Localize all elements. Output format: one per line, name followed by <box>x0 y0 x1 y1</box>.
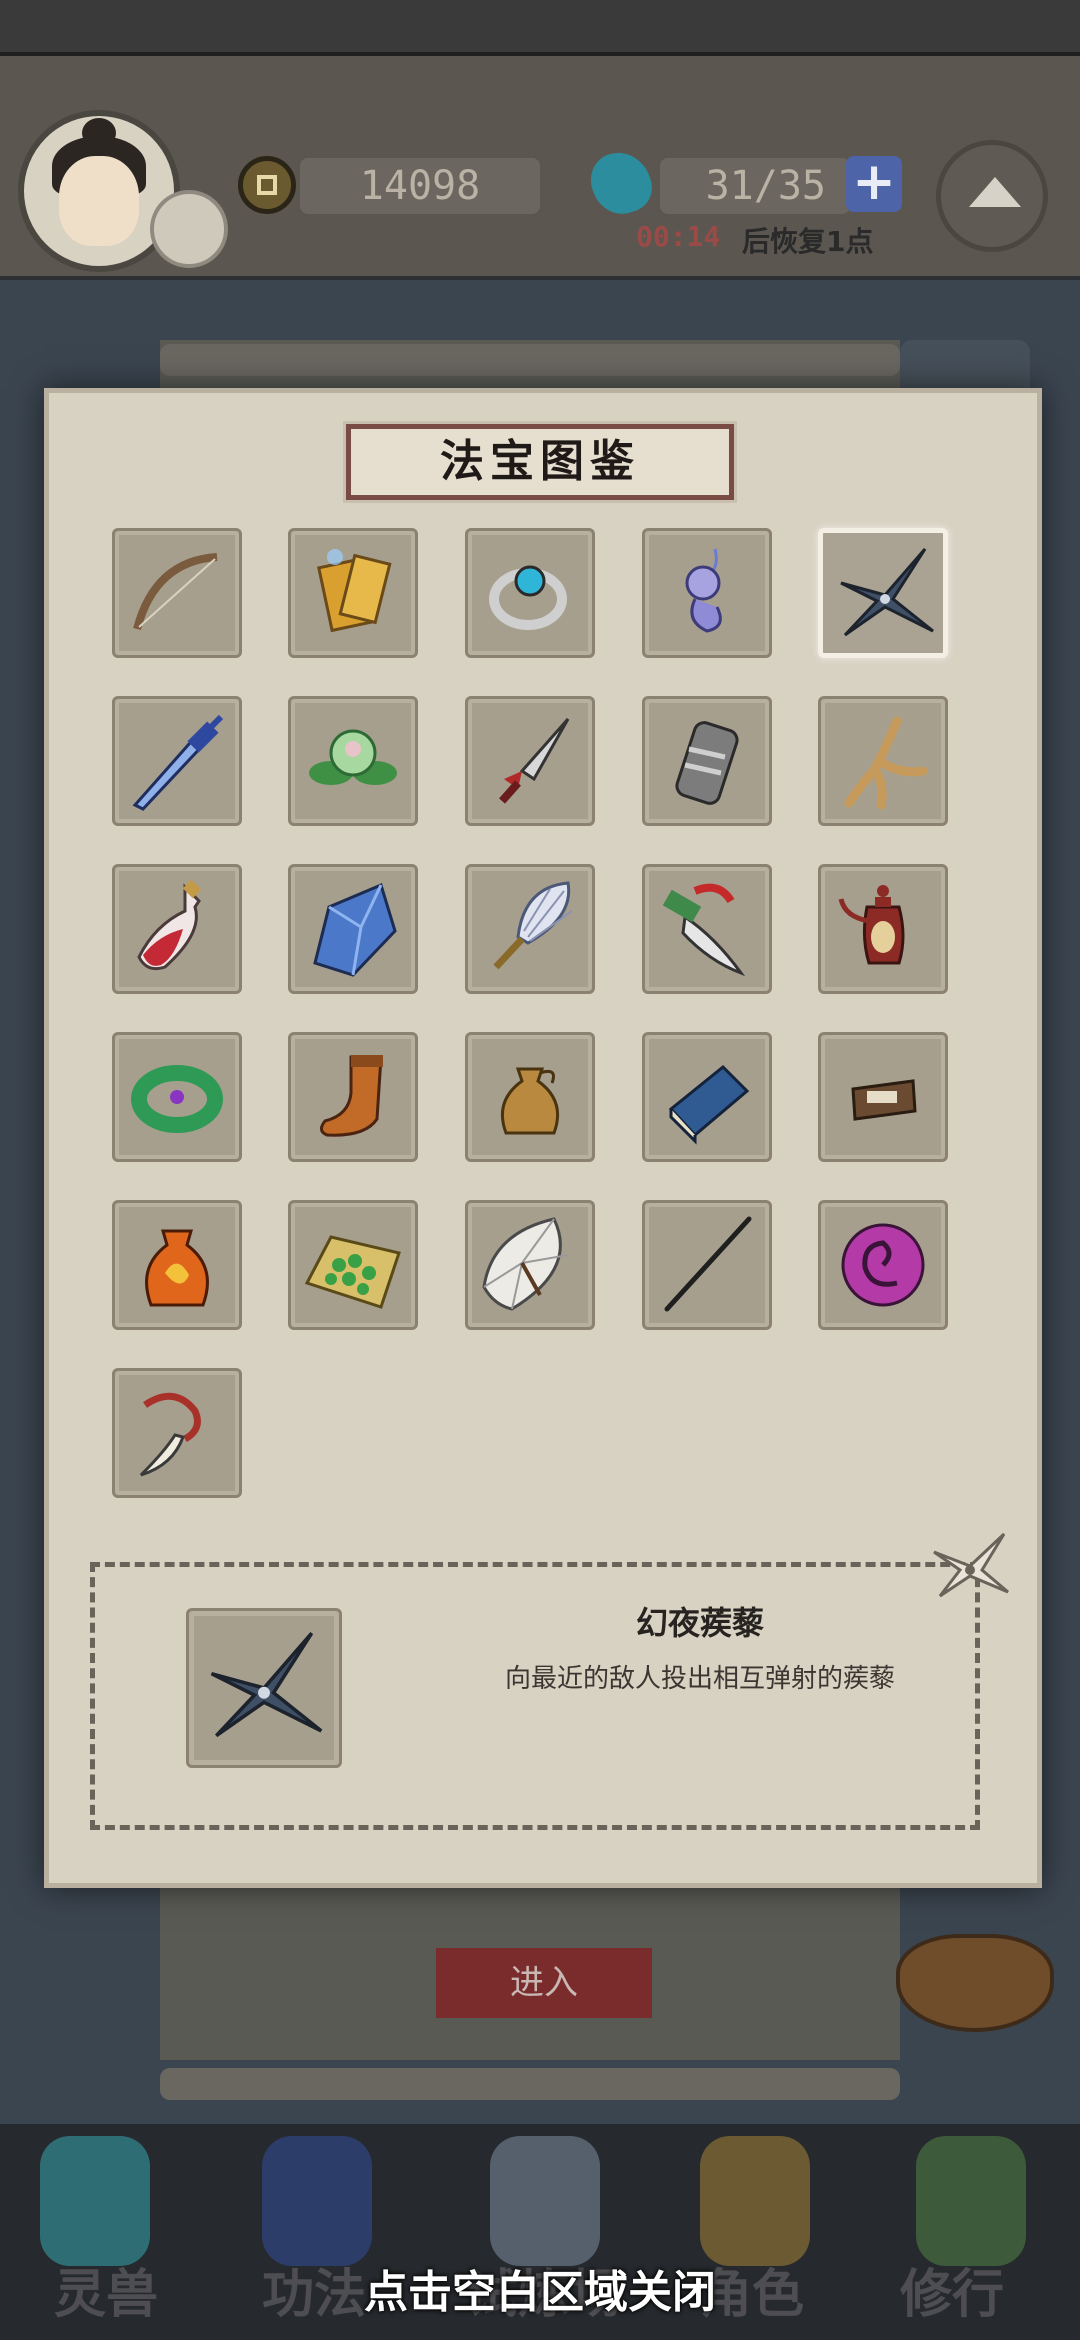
umbrella-icon <box>482 1217 569 1311</box>
item-slot-feather-fan[interactable] <box>465 864 595 994</box>
ring-icon <box>489 565 567 630</box>
fire-bag-icon <box>145 1229 209 1307</box>
item-slot-ginseng[interactable] <box>818 696 948 826</box>
pouch-icon <box>501 1067 559 1135</box>
talisman-icon <box>317 549 392 633</box>
coin-value: 14098 <box>359 163 481 209</box>
coin-icon <box>238 156 296 214</box>
item-slot-charm[interactable] <box>642 528 772 658</box>
character-hat-icon[interactable] <box>700 2136 810 2266</box>
shuriken-icon <box>840 548 934 637</box>
item-slot-herb-mat[interactable] <box>288 1200 418 1330</box>
item-slot-fang-necklace[interactable] <box>112 1368 242 1498</box>
jade-bracelet-icon <box>131 1065 223 1133</box>
item-slot-curved-blade[interactable] <box>642 864 772 994</box>
item-slot-needle[interactable] <box>642 1200 772 1330</box>
stamina-value: 31/35 <box>705 163 826 209</box>
item-slot-vortex-orb[interactable] <box>818 1200 948 1330</box>
recover-timer: 00:14 <box>636 220 721 253</box>
item-slot-box[interactable] <box>818 1032 948 1162</box>
item-slot-book[interactable] <box>642 1032 772 1162</box>
avatar-badge-icon <box>150 190 228 268</box>
item-slot-ring[interactable] <box>465 528 595 658</box>
close-hint[interactable]: 点击空白区域关闭 <box>0 2256 1080 2320</box>
lotus-icon <box>309 729 397 785</box>
item-slot-boot[interactable] <box>288 1032 418 1162</box>
enter-button[interactable]: 进入 <box>436 1948 652 2018</box>
item-slot-shuriken[interactable] <box>818 528 948 658</box>
recover-text: 后恢复1点 <box>742 225 874 258</box>
crystal-icon <box>313 882 397 977</box>
potion-icon <box>137 879 202 971</box>
selected-item-name: 幻夜蒺藜 <box>635 1604 764 1642</box>
feather-fan-icon <box>493 881 573 970</box>
dagger-icon <box>499 718 570 804</box>
book-icon <box>668 1064 750 1145</box>
bracer-icon <box>675 721 739 805</box>
chevron-up-icon <box>969 177 1021 207</box>
item-slot-bow[interactable] <box>112 528 242 658</box>
vortex-orb-icon <box>841 1223 925 1307</box>
ginseng-icon <box>844 716 928 810</box>
selected-item-description: 向最近的敌人投出相互弹射的蒺藜 <box>504 1664 895 1694</box>
avatar-face <box>59 156 139 246</box>
shuriken-corner-icon <box>933 1532 1009 1598</box>
sword-icon <box>132 714 224 811</box>
item-slot-potion[interactable] <box>112 864 242 994</box>
shuriken-icon <box>210 1631 323 1738</box>
item-slot-crystal[interactable] <box>288 864 418 994</box>
item-slot-umbrella[interactable] <box>465 1200 595 1330</box>
item-slot-sword[interactable] <box>112 696 242 826</box>
scroll-rod-bottom <box>160 2068 900 2100</box>
item-slot-fire-bag[interactable] <box>112 1200 242 1330</box>
item-slot-pouch[interactable] <box>465 1032 595 1162</box>
panel-title: 法宝图鉴 <box>440 436 640 487</box>
gourd-icon[interactable] <box>916 2136 1026 2266</box>
top-strip <box>0 0 1080 56</box>
add-stamina-button[interactable]: + <box>846 156 902 212</box>
scroll-rod-top <box>160 344 900 376</box>
bow-icon <box>133 553 218 631</box>
item-slot-bracer[interactable] <box>642 696 772 826</box>
item-slot-dagger[interactable] <box>465 696 595 826</box>
trial-mountain-icon[interactable] <box>490 2136 600 2266</box>
fang-necklace-icon <box>139 1392 201 1477</box>
spirit-beast-icon[interactable] <box>40 2136 150 2266</box>
technique-book-icon[interactable] <box>262 2136 372 2266</box>
cauldron-icon[interactable] <box>896 1934 1054 2032</box>
teapot-icon <box>838 885 905 965</box>
needle-icon <box>664 1216 752 1312</box>
item-slot-teapot[interactable] <box>818 864 948 994</box>
selected-item-slot <box>186 1608 342 1768</box>
charm-icon <box>685 548 722 633</box>
curved-blade-icon <box>662 883 746 977</box>
box-icon <box>851 1079 917 1121</box>
herb-mat-icon <box>304 1235 401 1309</box>
avatar-bun <box>82 118 116 148</box>
item-slot-talisman[interactable] <box>288 528 418 658</box>
item-slot-jade-bracelet[interactable] <box>112 1032 242 1162</box>
boot-icon <box>320 1055 383 1137</box>
item-slot-lotus[interactable] <box>288 696 418 826</box>
collapse-button[interactable] <box>936 140 1048 252</box>
